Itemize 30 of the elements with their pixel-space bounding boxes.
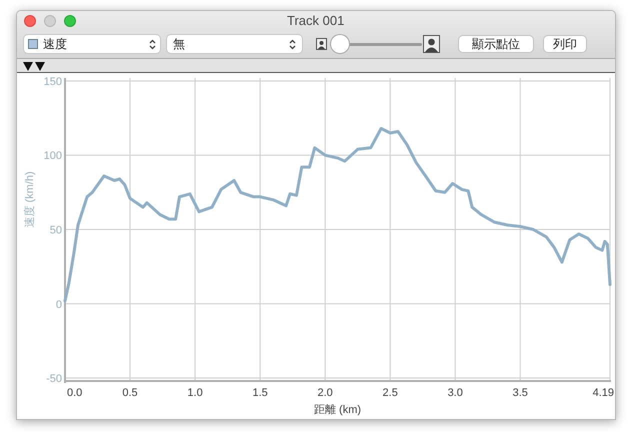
x-tick-label: 2.0 — [318, 387, 333, 399]
person-small-icon — [316, 38, 327, 50]
slider-thumb[interactable] — [331, 35, 350, 53]
series-dropdown[interactable]: 速度 — [24, 35, 160, 53]
x-tick-label: 4.19 — [592, 387, 614, 399]
x-tick-label: 1.5 — [252, 387, 268, 399]
x-tick-label: 3.5 — [512, 387, 528, 399]
updown-icon — [289, 38, 296, 50]
x-tick-label: 0.5 — [122, 387, 138, 399]
window-title: Track 001 — [287, 14, 344, 27]
y-tick-label: 150 — [44, 76, 62, 88]
toolbar-button[interactable]: 列印 — [544, 36, 586, 52]
compare-dropdown[interactable]: 無 — [167, 35, 302, 53]
zoom-slider[interactable] — [330, 35, 422, 53]
y-tick-label: 50 — [50, 224, 62, 236]
updown-icon — [149, 38, 156, 50]
minimize-button[interactable] — [44, 15, 56, 27]
y-tick-label: -50 — [46, 373, 62, 386]
y-axis-title: 速度 (km/h) — [24, 171, 36, 228]
person-large-icon — [423, 35, 440, 53]
zoom-button[interactable] — [64, 15, 76, 27]
x-tick-label: 1.0 — [187, 387, 203, 399]
toolbar-button[interactable]: 顯示點位 — [459, 36, 533, 52]
x-tick-label: 3.0 — [448, 387, 463, 399]
close-button[interactable] — [24, 15, 36, 27]
x-tick-label: 0.0 — [67, 387, 82, 399]
y-tick-label: 100 — [44, 150, 62, 162]
y-tick-label: 0 — [56, 298, 62, 311]
x-axis-title: 距離 (km) — [314, 404, 362, 416]
x-tick-label: 2.5 — [382, 387, 398, 399]
